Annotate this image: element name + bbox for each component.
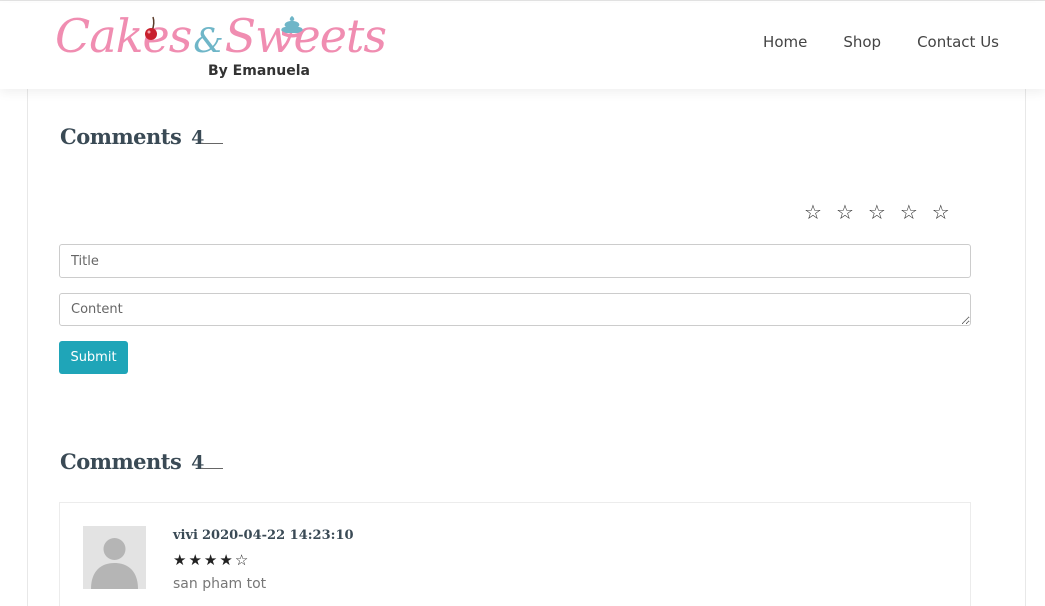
star-outline-icon[interactable]: ☆ — [932, 202, 950, 222]
comment-item: vivi 2020-04-22 14:23:10 ★ ★ ★ ★ ☆ san ph… — [59, 502, 971, 606]
nav-home-link[interactable]: Home — [763, 33, 807, 51]
star-outline-icon[interactable]: ☆ — [836, 202, 854, 222]
main-nav: Home Shop Contact Us — [763, 33, 999, 51]
user-placeholder-icon — [83, 526, 146, 589]
comment-form-heading: Comments 4 — [60, 124, 204, 149]
comment-author: vivi — [173, 528, 198, 543]
brand-logo[interactable]: Cakes&Sweets By Emanuela — [55, 9, 387, 83]
comments-list-heading: Comments 4 — [60, 449, 204, 474]
cherry-icon — [145, 16, 157, 40]
comment-form-heading-text: Comments — [60, 124, 182, 149]
nav-contact-link[interactable]: Contact Us — [917, 33, 999, 51]
star-filled-icon: ★ — [219, 551, 233, 569]
title-input[interactable] — [59, 244, 971, 278]
logo-ampersand: & — [193, 21, 223, 61]
site-header: Cakes&Sweets By Emanuela Home Shop Conta… — [0, 3, 1045, 89]
comment-date: 2020-04-22 14:23:10 — [201, 528, 354, 543]
comment-rating: ★ ★ ★ ★ ☆ — [173, 553, 248, 568]
cupcake-icon — [281, 16, 303, 38]
logo-word-cakes: Cakes — [55, 9, 192, 63]
star-filled-icon: ★ — [173, 551, 187, 569]
comment-form-count: 4 — [191, 127, 204, 149]
star-outline-icon[interactable]: ☆ — [868, 202, 886, 222]
heading-underline-dash — [201, 143, 223, 144]
star-outline-icon: ☆ — [234, 551, 249, 569]
star-filled-icon: ★ — [188, 551, 202, 569]
star-outline-icon[interactable]: ☆ — [804, 202, 822, 222]
logo-wordmark: Cakes&Sweets — [55, 9, 387, 63]
star-filled-icon: ★ — [203, 551, 218, 569]
content-textarea[interactable] — [59, 293, 971, 326]
comment-text: san pham tot — [173, 576, 267, 592]
star-outline-icon[interactable]: ☆ — [900, 202, 918, 222]
heading-underline-dash — [201, 468, 223, 469]
submit-button[interactable]: Submit — [59, 341, 128, 374]
comments-list-count: 4 — [191, 452, 204, 474]
comments-list-heading-text: Comments — [60, 449, 182, 474]
logo-byline: By Emanuela — [208, 63, 310, 79]
comment-meta: vivi 2020-04-22 14:23:10 — [173, 528, 354, 543]
rating-input: ☆ ☆ ☆ ☆ ☆ — [804, 202, 950, 222]
nav-shop-link[interactable]: Shop — [843, 33, 881, 51]
